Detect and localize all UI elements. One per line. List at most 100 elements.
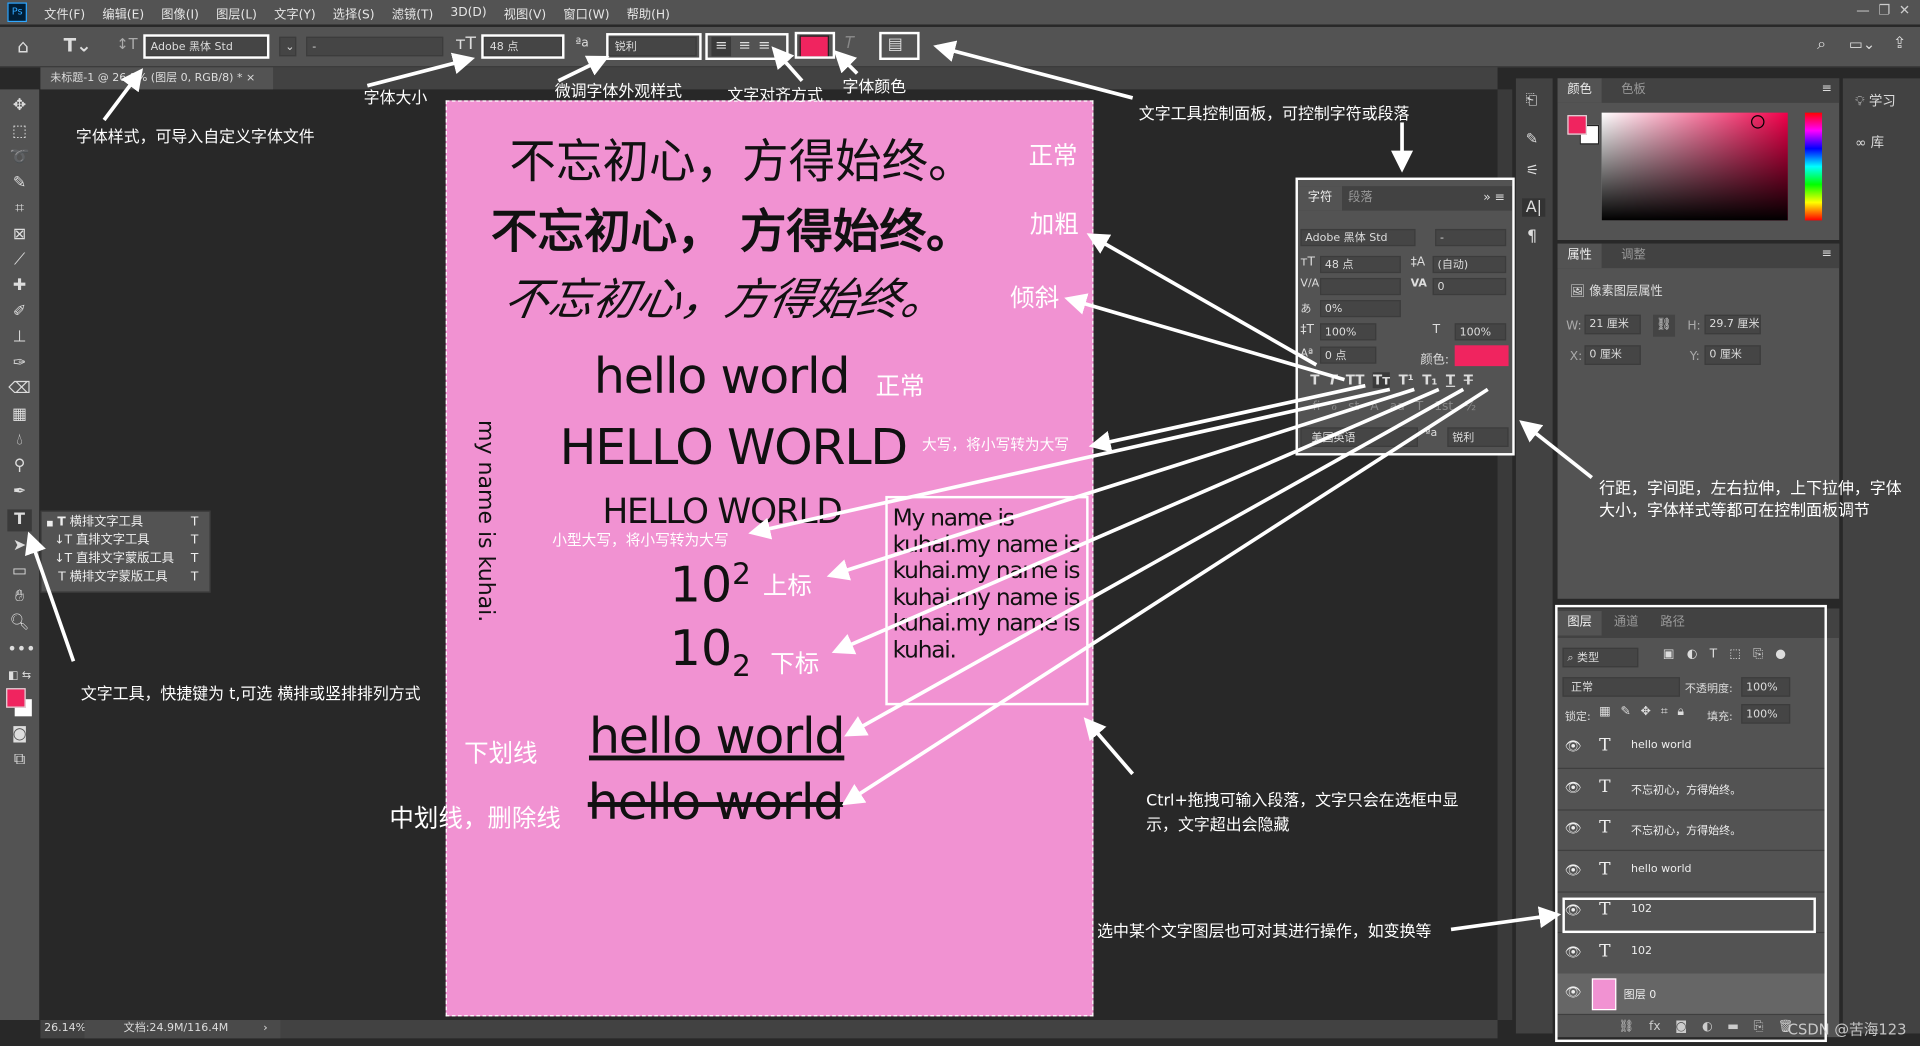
lightbulb-icon: 💡︎ (1855, 93, 1865, 109)
hue-slider[interactable] (1804, 112, 1823, 221)
window-controls[interactable]: — ❐ ✕ (1856, 2, 1910, 18)
text-cn-italic[interactable]: 不忘初心，方得始终。 (500, 264, 952, 328)
toggle-orientation-icon[interactable]: ↕T (116, 36, 137, 53)
paragraph-panel-icon[interactable]: ¶ (1527, 228, 1537, 246)
warp-text-icon[interactable]: 𝑇 (845, 34, 855, 52)
tab-color[interactable]: 颜色 (1557, 78, 1602, 103)
more-tools-icon[interactable]: ••• (7, 639, 35, 661)
workspace-icon[interactable]: ▭⌄ (1849, 36, 1875, 53)
text-hello-smallcaps[interactable]: HELLO WORLD (602, 491, 842, 531)
screen-mode-icon[interactable]: ⧉ (7, 749, 31, 771)
quick-select-tool-icon[interactable]: ✎ (7, 173, 31, 195)
eyedropper-tool-icon[interactable]: ⟋ (7, 250, 31, 272)
brush-settings-icon[interactable]: ✎ (1526, 130, 1538, 147)
link-icon[interactable]: ⛓︎ (1653, 314, 1676, 337)
height-field[interactable]: 29.7 厘米 (1704, 314, 1761, 335)
text-cn-bold[interactable]: 不忘初心， 方得始终。 (491, 193, 973, 260)
foreground-color-swatch[interactable] (1567, 115, 1587, 135)
menu-filter[interactable]: 滤镜(T) (392, 3, 434, 21)
document-tab-title: 未标题-1 @ 26.1% (图层 0, RGB/8) * (50, 72, 243, 85)
image-icon: 🖼︎ (1569, 285, 1586, 299)
font-style-select[interactable]: - (306, 36, 444, 57)
tab-adjustments[interactable]: 调整 (1611, 244, 1655, 268)
color-picker-cursor[interactable] (1751, 115, 1765, 129)
blur-tool-icon[interactable]: 💧︎ (7, 430, 31, 452)
text-underline[interactable]: hello world (589, 709, 846, 765)
menu-layer[interactable]: 图层(L) (216, 3, 257, 21)
pen-tool-icon[interactable]: ✒ (7, 481, 31, 503)
zoom-tool-icon[interactable]: 🔍︎ (7, 612, 31, 634)
type-tool-preset-icon[interactable]: T⌄ (64, 34, 92, 56)
panel-icon-dock: ⎗ ✎ ⚟ A| ¶ (1515, 78, 1553, 1034)
menu-3d[interactable]: 3D(D) (450, 6, 486, 19)
superscript-exponent: 2 (732, 557, 751, 592)
tab-properties[interactable]: 属性 (1557, 243, 1602, 269)
menu-image[interactable]: 图像(I) (161, 3, 199, 21)
close-tab-icon[interactable]: × (246, 72, 255, 84)
document-canvas[interactable]: 不忘初心，方得始终。 不忘初心， 方得始终。 不忘初心，方得始终。 hello … (445, 100, 1094, 1017)
flyout-vertical-type[interactable]: ↓T 直排文字工具 T (47, 531, 206, 549)
menu-view[interactable]: 视图(V) (504, 3, 546, 21)
marquee-tool-icon[interactable]: ⬚ (7, 121, 31, 143)
menu-file[interactable]: 文件(F) (44, 3, 85, 21)
dodge-tool-icon[interactable]: ⚲ (7, 456, 31, 478)
flyout-vertical-type-mask[interactable]: ↓T 直排文字蒙版工具 T (47, 550, 206, 568)
lasso-tool-icon[interactable]: ➰ (7, 147, 31, 169)
history-brush-icon[interactable]: ✑ (7, 353, 31, 375)
annotation-align: 文字对齐方式 (727, 86, 823, 106)
panel-menu-icon[interactable]: ≡ (1822, 82, 1832, 95)
zoom-level[interactable]: 26.14% (44, 1020, 86, 1038)
font-family-dropdown[interactable]: ⌄ (279, 36, 297, 57)
path-select-tool-icon[interactable]: ➤ (7, 535, 31, 557)
status-menu-arrow[interactable]: › (263, 1020, 267, 1038)
text-hello-allcaps[interactable]: HELLO WORLD (560, 420, 908, 476)
pixel-layer-header: 🖼︎ 像素图层属性 (1570, 280, 1663, 298)
swap-colors-icon[interactable]: ◧ ⇆ (7, 665, 31, 687)
character-panel-icon[interactable]: A| (1522, 198, 1546, 217)
text-subscript[interactable]: 102 (670, 621, 751, 683)
flyout-horizontal-type-mask[interactable]: T 横排文字蒙版工具 T (47, 568, 206, 586)
brush-tool-icon[interactable]: ✐ (7, 301, 31, 323)
tab-swatches[interactable]: 色板 (1611, 78, 1655, 102)
color-field[interactable] (1601, 112, 1788, 221)
highlight-box (794, 31, 836, 59)
document-tab[interactable]: 未标题-1 @ 26.1% (图层 0, RGB/8) * × (40, 67, 274, 90)
text-vertical[interactable]: my name is kuhai. (473, 420, 499, 622)
menu-type[interactable]: 文字(Y) (274, 3, 316, 21)
adjust-presets-icon[interactable]: ⚟ (1526, 162, 1539, 179)
subscript-index: 2 (732, 648, 751, 684)
menu-select[interactable]: 选择(S) (333, 3, 375, 21)
history-panel-icon[interactable]: ⎗ (1526, 91, 1538, 109)
paragraph-text-box[interactable]: My name is kuhai.my name is kuhai.my nam… (885, 495, 1089, 706)
move-tool-icon[interactable]: ✥ (7, 96, 31, 118)
healing-brush-icon[interactable]: ✚ (7, 276, 31, 298)
menu-edit[interactable]: 编辑(E) (102, 3, 144, 21)
home-icon[interactable]: ⌂ (17, 36, 29, 58)
quick-mask-icon[interactable]: ◙ (7, 724, 31, 746)
menu-help[interactable]: 帮助(H) (627, 3, 670, 21)
learn-button[interactable]: 💡︎ 学习 (1855, 91, 1896, 111)
text-cn-regular[interactable]: 不忘初心，方得始终。 (509, 124, 974, 191)
frame-tool-icon[interactable]: ⊠ (7, 224, 31, 246)
text-hello-regular[interactable]: hello world (594, 349, 851, 405)
crop-tool-icon[interactable]: ⌗ (7, 198, 31, 220)
search-icon[interactable]: ⌕ (1817, 36, 1826, 54)
stamp-tool-icon[interactable]: ⊥ (7, 327, 31, 349)
library-button[interactable]: ∞ 库 (1855, 132, 1884, 152)
eraser-tool-icon[interactable]: ⌫ (7, 378, 31, 400)
share-icon[interactable]: ⇪ (1893, 34, 1906, 52)
y-field[interactable]: 0 厘米 (1704, 345, 1761, 365)
foreground-color-swatch[interactable] (6, 688, 26, 708)
text-strikethrough[interactable]: hello world (588, 775, 845, 831)
highlight-box (481, 34, 565, 59)
width-field[interactable]: 21 厘米 (1584, 314, 1641, 335)
text-superscript[interactable]: 102 (670, 557, 751, 614)
panel-menu-icon[interactable]: ≡ (1822, 247, 1832, 260)
hand-tool-icon[interactable]: ✋︎ (7, 587, 31, 609)
flyout-horizontal-type[interactable]: ■ T 横排文字工具 T (47, 513, 206, 531)
x-field[interactable]: 0 厘米 (1584, 345, 1641, 365)
menu-window[interactable]: 窗口(W) (563, 3, 609, 21)
rectangle-tool-icon[interactable]: ▭ (7, 561, 31, 583)
type-tool-icon[interactable]: T (7, 509, 32, 532)
gradient-tool-icon[interactable]: ▦ (7, 404, 31, 426)
